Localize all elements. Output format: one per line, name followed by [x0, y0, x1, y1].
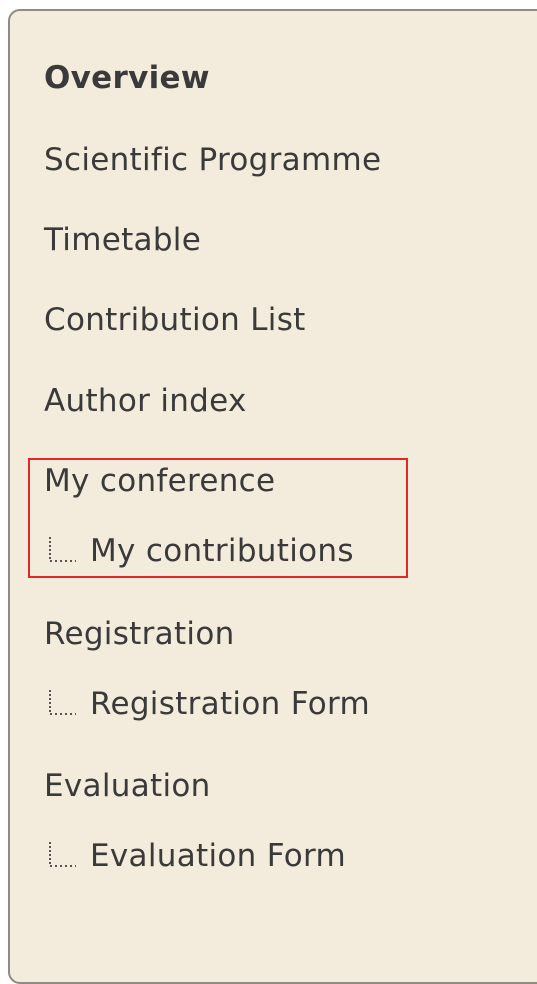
menu-item-label: Registration: [44, 616, 235, 652]
menu-item-label: Overview: [44, 60, 210, 96]
submenu-item-my-contributions[interactable]: My contributions: [46, 532, 354, 570]
menu-item-label: My conference: [44, 463, 276, 499]
tree-connector-icon: [46, 537, 78, 563]
menu-item-label: Evaluation: [44, 768, 211, 804]
menu-item-evaluation[interactable]: Evaluation: [44, 767, 211, 805]
submenu-item-evaluation-form[interactable]: Evaluation Form: [46, 837, 346, 875]
menu-item-author-index[interactable]: Author index: [44, 382, 247, 420]
tree-connector-icon: [46, 842, 78, 868]
submenu-item-label: My contributions: [90, 533, 354, 569]
menu-item-contribution-list[interactable]: Contribution List: [44, 301, 306, 339]
navigation-menu-panel: Overview Scientific Programme Timetable …: [8, 9, 537, 984]
tree-connector-icon: [46, 690, 78, 716]
submenu-item-label: Registration Form: [90, 686, 370, 722]
menu-item-label: Author index: [44, 383, 247, 419]
menu-item-scientific-programme[interactable]: Scientific Programme: [44, 141, 381, 179]
submenu-item-registration-form[interactable]: Registration Form: [46, 685, 370, 723]
menu-item-overview[interactable]: Overview: [44, 59, 210, 97]
menu-item-registration[interactable]: Registration: [44, 615, 235, 653]
menu-item-my-conference[interactable]: My conference: [44, 462, 275, 500]
menu-item-label: Contribution List: [44, 302, 306, 338]
menu-item-label: Scientific Programme: [44, 142, 382, 178]
menu-item-label: Timetable: [44, 222, 202, 258]
menu-item-timetable[interactable]: Timetable: [44, 221, 201, 259]
submenu-item-label: Evaluation Form: [90, 838, 347, 874]
